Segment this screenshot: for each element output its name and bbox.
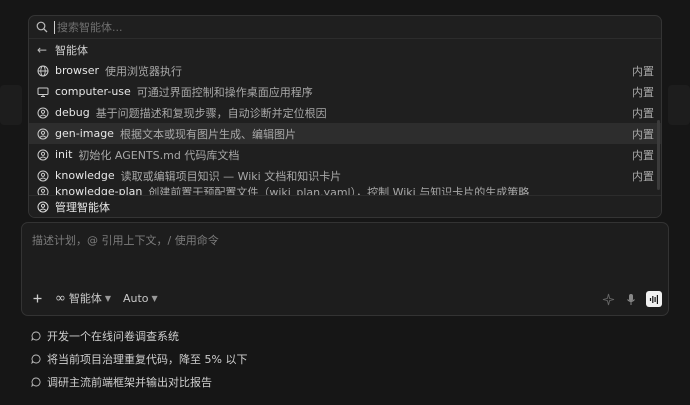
builtin-tag: 内置 — [632, 106, 654, 120]
suggestion-item[interactable]: 将当前项目治理重复代码，降至 5% 以下 — [31, 351, 247, 367]
microphone-button[interactable] — [623, 291, 639, 307]
agent-icon — [37, 128, 49, 140]
builtin-tag: 内置 — [632, 127, 654, 141]
search-input[interactable] — [54, 20, 597, 34]
agent-name: init — [55, 148, 73, 161]
composer-right-tools — [593, 291, 662, 307]
suggestion-text: 开发一个在线问卷调查系统 — [47, 330, 179, 343]
agent-icon — [37, 186, 49, 195]
infinity-icon: ∞ — [55, 290, 66, 306]
agent-item-gen-image[interactable]: gen-image 根据文本或现有图片生成、编辑图片 内置 — [29, 123, 661, 144]
chat-bubble-icon — [31, 354, 41, 364]
model-label: Auto — [123, 291, 149, 305]
agent-desc: 基于问题描述和复现步骤，自动诊断并定位根因 — [95, 106, 327, 120]
agent-item-debug[interactable]: debug 基于问题描述和复现步骤，自动诊断并定位根因 内置 — [29, 102, 661, 123]
builtin-tag: 内置 — [632, 148, 654, 162]
manage-agents-button[interactable]: 管理智能体 — [29, 195, 661, 217]
agent-item-knowledge-plan[interactable]: knowledge-plan 创建前置干预配置文件（wiki_plan.yaml… — [29, 181, 661, 195]
scrollbar-thumb[interactable] — [657, 120, 660, 190]
manage-agents-label: 管理智能体 — [55, 200, 110, 214]
builtin-tag: 内置 — [632, 64, 654, 78]
agent-name: debug — [55, 106, 90, 119]
background-panel — [0, 85, 22, 125]
agent-desc: 可通过界面控制和操作桌面应用程序 — [136, 85, 313, 99]
microphone-icon — [627, 293, 635, 305]
agent-desc: 使用浏览器执行 — [105, 64, 183, 78]
waveform-icon — [649, 294, 658, 304]
chat-bubble-icon — [31, 377, 41, 387]
composer-toolbar: ∞ 智能体 ▼ Auto ▼ — [32, 290, 170, 306]
agent-icon — [37, 201, 49, 213]
agent-item-init[interactable]: init 初始化 AGENTS.md 代码库文档 内置 — [29, 144, 661, 165]
agent-item-computer-use[interactable]: computer-use 可通过界面控制和操作桌面应用程序 内置 — [29, 81, 661, 102]
agent-name: gen-image — [55, 127, 114, 140]
agent-desc: 初始化 AGENTS.md 代码库文档 — [78, 148, 240, 162]
agent-desc: 根据文本或现有图片生成、编辑图片 — [119, 127, 296, 141]
composer-input[interactable]: 描述计划，@ 引用上下文，/ 使用命令 — [32, 232, 219, 248]
plus-icon — [33, 294, 42, 302]
back-to-agents[interactable]: ← 智能体 — [29, 39, 661, 60]
model-selector[interactable]: Auto ▼ — [123, 292, 158, 305]
add-button[interactable] — [32, 293, 43, 304]
background-panel — [668, 85, 690, 125]
agent-icon — [37, 149, 49, 161]
chevron-down-icon: ▼ — [151, 293, 158, 303]
arrow-left-icon: ← — [37, 42, 48, 57]
agent-desc: 创建前置干预配置文件（wiki_plan.yaml），控制 Wiki 与知识卡片… — [148, 185, 530, 196]
agent-icon — [37, 170, 49, 182]
agent-mode-selector[interactable]: ∞ 智能体 ▼ — [55, 290, 111, 306]
back-label: 智能体 — [55, 43, 88, 57]
chat-bubble-icon — [31, 331, 41, 341]
agent-picker-popup: ← 智能体 browser 使用浏览器执行 内置 computer-use 可通… — [28, 15, 662, 218]
agent-name: computer-use — [55, 85, 131, 98]
suggestion-item[interactable]: 开发一个在线问卷调查系统 — [31, 328, 179, 344]
chevron-down-icon: ▼ — [104, 293, 111, 303]
search-icon — [36, 21, 48, 33]
voice-mode-button[interactable] — [646, 291, 662, 307]
monitor-icon — [37, 86, 49, 98]
suggestion-item[interactable]: 调研主流前端框架并输出对比报告 — [31, 374, 212, 390]
agent-list: browser 使用浏览器执行 内置 computer-use 可通过界面控制和… — [29, 60, 661, 195]
agent-name: browser — [55, 64, 100, 77]
agent-mode-label: 智能体 — [68, 292, 102, 305]
agent-item-browser[interactable]: browser 使用浏览器执行 内置 — [29, 60, 661, 81]
suggestion-text: 调研主流前端框架并输出对比报告 — [47, 376, 212, 389]
globe-icon — [37, 65, 49, 77]
builtin-tag: 内置 — [632, 85, 654, 99]
sparkle-button[interactable] — [600, 291, 616, 307]
composer[interactable]: 描述计划，@ 引用上下文，/ 使用命令 ∞ 智能体 ▼ Auto ▼ — [21, 222, 669, 316]
agent-icon — [37, 107, 49, 119]
agent-name: knowledge-plan — [55, 185, 143, 195]
sparkle-icon — [602, 293, 614, 305]
suggestion-text: 将当前项目治理重复代码，降至 5% 以下 — [47, 353, 248, 366]
search-bar — [29, 16, 661, 39]
